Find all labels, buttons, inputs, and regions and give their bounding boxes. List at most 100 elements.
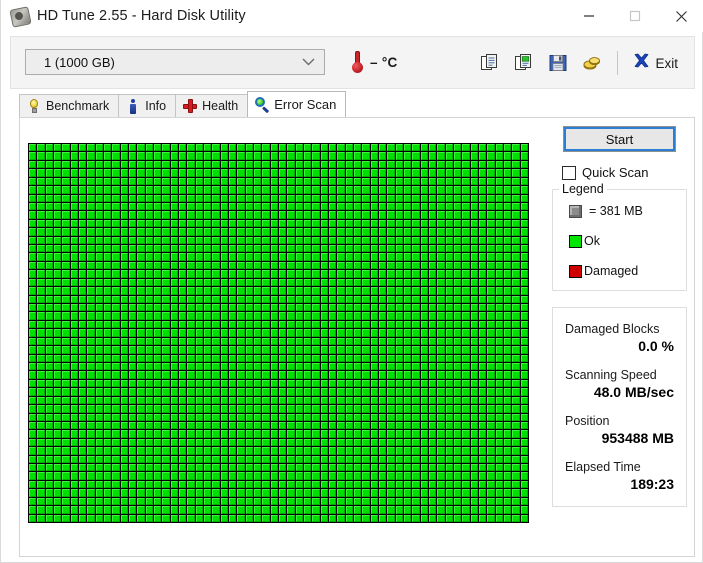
block-cell [320, 371, 328, 379]
block-cell [212, 304, 220, 312]
block-cell [420, 346, 428, 354]
save-icon[interactable] [545, 50, 571, 76]
quick-scan-row[interactable]: Quick Scan [552, 165, 687, 180]
block-cell [54, 379, 62, 388]
exit-button[interactable]: Exit [630, 49, 684, 77]
block-cell [404, 202, 412, 211]
block-cell [212, 245, 220, 253]
block-cell [329, 379, 337, 388]
copy-image-icon[interactable] [511, 50, 537, 76]
block-cell [262, 261, 270, 270]
block-cell [404, 177, 412, 186]
block-cell [412, 312, 420, 320]
block-cell [45, 152, 53, 160]
block-cell [45, 388, 53, 396]
block-cell [387, 287, 395, 295]
block-map[interactable] [28, 143, 529, 523]
block-cell [479, 211, 487, 219]
block-cell [479, 160, 487, 169]
tab-info[interactable]: Info [118, 94, 177, 117]
block-cell [445, 169, 453, 177]
block-cell [495, 312, 503, 320]
block-cell [370, 489, 378, 497]
block-cell [445, 405, 453, 413]
start-button[interactable]: Start [563, 126, 676, 152]
tab-benchmark[interactable]: Benchmark [19, 94, 120, 117]
drive-select[interactable]: 1 (1000 GB) [25, 49, 325, 75]
block-cell [204, 362, 212, 371]
block-cell [262, 379, 270, 388]
block-cell [179, 421, 187, 430]
block-cell [29, 489, 37, 497]
block-cell [62, 379, 70, 388]
block-cell [495, 245, 503, 253]
block-cell [495, 144, 503, 152]
copy-icon[interactable] [477, 50, 503, 76]
block-cell [520, 506, 528, 514]
block-cell [329, 186, 337, 194]
block-cell [112, 236, 120, 245]
block-cell [329, 295, 337, 304]
block-cell [254, 253, 262, 261]
block-cell [37, 186, 45, 194]
block-cell [170, 245, 178, 253]
block-cell [212, 329, 220, 337]
block-cell [279, 438, 287, 447]
block-cell [420, 287, 428, 295]
block-cell [379, 506, 387, 514]
block-cell [204, 388, 212, 396]
block-cell [62, 186, 70, 194]
block-cell [212, 312, 220, 320]
block-cell [362, 245, 370, 253]
gold-icon[interactable] [579, 50, 605, 76]
block-cell [295, 194, 303, 202]
block-cell [195, 177, 203, 186]
block-cell [429, 312, 437, 320]
tab-health[interactable]: Health [175, 94, 249, 117]
block-cell [87, 480, 95, 489]
block-cell [404, 287, 412, 295]
block-cell [279, 144, 287, 152]
block-cell [295, 506, 303, 514]
block-cell [304, 194, 312, 202]
block-cell [404, 430, 412, 438]
block-cell [220, 480, 228, 489]
block-cell [479, 413, 487, 421]
tab-error-scan[interactable]: Error Scan [247, 91, 347, 117]
block-cell [95, 278, 103, 287]
block-cell [329, 160, 337, 169]
block-cell [320, 202, 328, 211]
block-cell [304, 278, 312, 287]
block-cell [312, 438, 320, 447]
close-icon[interactable] [658, 0, 703, 32]
maximize-icon[interactable] [612, 0, 658, 32]
block-cell [62, 405, 70, 413]
minimize-icon[interactable] [566, 0, 612, 32]
block-cell [420, 413, 428, 421]
block-cell [195, 152, 203, 160]
block-cell [379, 405, 387, 413]
block-cell [137, 362, 145, 371]
block-cell [129, 329, 137, 337]
block-cell [120, 236, 128, 245]
block-cell [420, 202, 428, 211]
block-cell [429, 379, 437, 388]
block-cell [87, 464, 95, 472]
quick-scan-checkbox[interactable] [562, 165, 576, 180]
toolbar-separator [617, 51, 619, 75]
block-cell [287, 287, 295, 295]
block-cell [245, 396, 253, 405]
block-cell [329, 304, 337, 312]
block-cell [87, 245, 95, 253]
block-cell [312, 160, 320, 169]
block-cell [379, 346, 387, 354]
block-cell [54, 405, 62, 413]
block-cell [354, 464, 362, 472]
block-cell [362, 413, 370, 421]
block-cell [412, 295, 420, 304]
block-cell [312, 362, 320, 371]
red-cross-icon [183, 99, 198, 114]
block-cell [79, 379, 87, 388]
block-cell [154, 287, 162, 295]
block-grid[interactable] [28, 143, 529, 523]
